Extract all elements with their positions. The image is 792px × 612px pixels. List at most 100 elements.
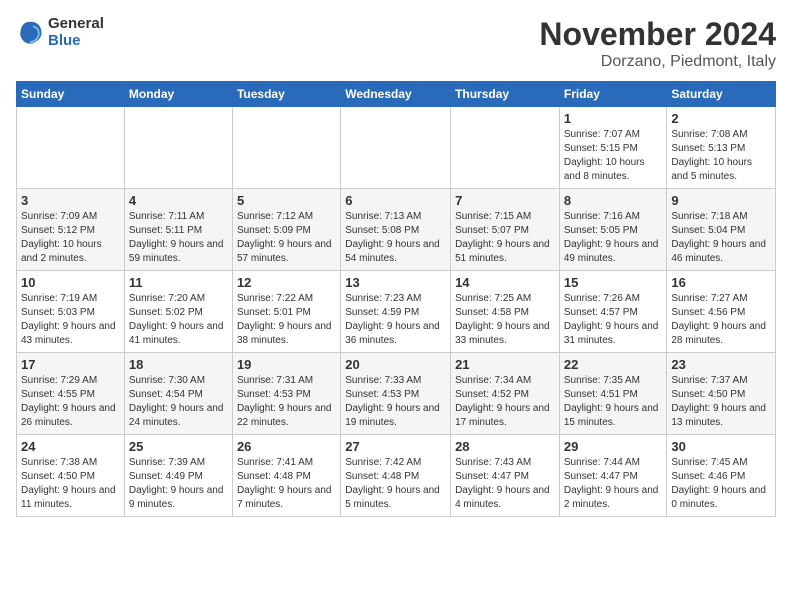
calendar-week-row: 3 Sunrise: 7:09 AM Sunset: 5:12 PM Daylig… xyxy=(17,189,776,271)
day-info: Sunrise: 7:15 AM Sunset: 5:07 PM Dayligh… xyxy=(455,210,555,266)
calendar-day-cell: 23 Sunrise: 7:37 AM Sunset: 4:50 PM Dayli… xyxy=(667,353,776,435)
day-info: Sunrise: 7:39 AM Sunset: 4:49 PM Dayligh… xyxy=(129,456,228,512)
calendar-day-cell: 10 Sunrise: 7:19 AM Sunset: 5:03 PM Dayli… xyxy=(17,271,125,353)
calendar-header: SundayMondayTuesdayWednesdayThursdayFrid… xyxy=(17,82,776,107)
day-number: 26 xyxy=(237,439,336,454)
calendar-day-cell: 11 Sunrise: 7:20 AM Sunset: 5:02 PM Dayli… xyxy=(124,271,232,353)
day-number: 13 xyxy=(345,275,446,290)
day-number: 11 xyxy=(129,275,228,290)
calendar-day-cell: 5Sunrise: 7:12 AM Sunset: 5:09 PM Daylig… xyxy=(232,189,340,271)
weekday-header: Wednesday xyxy=(341,82,451,107)
day-info: Sunrise: 7:22 AM Sunset: 5:01 PM Dayligh… xyxy=(237,292,336,348)
day-info: Sunrise: 7:43 AM Sunset: 4:47 PM Dayligh… xyxy=(455,456,555,512)
day-number: 23 xyxy=(671,357,771,372)
day-info: Sunrise: 7:19 AM Sunset: 5:03 PM Dayligh… xyxy=(21,292,120,348)
day-number: 5 xyxy=(237,193,336,208)
month-title: November 2024 xyxy=(539,16,776,53)
logo-icon xyxy=(16,19,44,47)
calendar-day-cell: 6 Sunrise: 7:13 AM Sunset: 5:08 PM Daylig… xyxy=(341,189,451,271)
day-info: Sunrise: 7:35 AM Sunset: 4:51 PM Dayligh… xyxy=(564,374,663,430)
day-info: Sunrise: 7:27 AM Sunset: 4:56 PM Dayligh… xyxy=(671,292,771,348)
calendar-day-cell: 20Sunrise: 7:33 AM Sunset: 4:53 PM Dayli… xyxy=(341,353,451,435)
calendar-day-cell: 15Sunrise: 7:26 AM Sunset: 4:57 PM Dayli… xyxy=(559,271,667,353)
calendar-table: SundayMondayTuesdayWednesdayThursdayFrid… xyxy=(16,81,776,517)
calendar-day-cell: 12 Sunrise: 7:22 AM Sunset: 5:01 PM Dayli… xyxy=(232,271,340,353)
calendar-day-cell: 24Sunrise: 7:38 AM Sunset: 4:50 PM Dayli… xyxy=(17,435,125,517)
calendar-day-cell: 19 Sunrise: 7:31 AM Sunset: 4:53 PM Dayli… xyxy=(232,353,340,435)
calendar-day-cell xyxy=(17,107,125,189)
day-number: 16 xyxy=(671,275,771,290)
calendar-day-cell: 17Sunrise: 7:29 AM Sunset: 4:55 PM Dayli… xyxy=(17,353,125,435)
day-number: 21 xyxy=(455,357,555,372)
logo: General Blue xyxy=(16,16,104,49)
calendar-day-cell: 21Sunrise: 7:34 AM Sunset: 4:52 PM Dayli… xyxy=(451,353,560,435)
calendar-day-cell: 1Sunrise: 7:07 AM Sunset: 5:15 PM Daylig… xyxy=(559,107,667,189)
day-info: Sunrise: 7:20 AM Sunset: 5:02 PM Dayligh… xyxy=(129,292,228,348)
day-number: 27 xyxy=(345,439,446,454)
day-info: Sunrise: 7:13 AM Sunset: 5:08 PM Dayligh… xyxy=(345,210,446,266)
calendar-day-cell: 16 Sunrise: 7:27 AM Sunset: 4:56 PM Dayli… xyxy=(667,271,776,353)
weekday-row: SundayMondayTuesdayWednesdayThursdayFrid… xyxy=(17,82,776,107)
calendar-day-cell: 14 Sunrise: 7:25 AM Sunset: 4:58 PM Dayli… xyxy=(451,271,560,353)
day-number: 2 xyxy=(671,111,771,126)
weekday-header: Friday xyxy=(559,82,667,107)
day-number: 18 xyxy=(129,357,228,372)
calendar-day-cell: 28 Sunrise: 7:43 AM Sunset: 4:47 PM Dayli… xyxy=(451,435,560,517)
calendar-week-row: 17Sunrise: 7:29 AM Sunset: 4:55 PM Dayli… xyxy=(17,353,776,435)
day-info: Sunrise: 7:25 AM Sunset: 4:58 PM Dayligh… xyxy=(455,292,555,348)
calendar-day-cell: 29 Sunrise: 7:44 AM Sunset: 4:47 PM Dayli… xyxy=(559,435,667,517)
day-info: Sunrise: 7:33 AM Sunset: 4:53 PM Dayligh… xyxy=(345,374,446,430)
logo-general-label: General xyxy=(48,16,104,33)
calendar-day-cell xyxy=(124,107,232,189)
day-info: Sunrise: 7:29 AM Sunset: 4:55 PM Dayligh… xyxy=(21,374,120,430)
calendar-day-cell: 26Sunrise: 7:41 AM Sunset: 4:48 PM Dayli… xyxy=(232,435,340,517)
day-number: 8 xyxy=(564,193,663,208)
calendar-day-cell: 22 Sunrise: 7:35 AM Sunset: 4:51 PM Dayli… xyxy=(559,353,667,435)
day-number: 4 xyxy=(129,193,228,208)
weekday-header: Saturday xyxy=(667,82,776,107)
calendar-week-row: 1Sunrise: 7:07 AM Sunset: 5:15 PM Daylig… xyxy=(17,107,776,189)
day-number: 19 xyxy=(237,357,336,372)
calendar-day-cell: 25 Sunrise: 7:39 AM Sunset: 4:49 PM Dayli… xyxy=(124,435,232,517)
day-info: Sunrise: 7:08 AM Sunset: 5:13 PM Dayligh… xyxy=(671,128,771,184)
logo-blue-label: Blue xyxy=(48,33,104,50)
page-header: General Blue November 2024 Dorzano, Pied… xyxy=(16,16,776,71)
calendar-day-cell: 13 Sunrise: 7:23 AM Sunset: 4:59 PM Dayli… xyxy=(341,271,451,353)
calendar-week-row: 10 Sunrise: 7:19 AM Sunset: 5:03 PM Dayli… xyxy=(17,271,776,353)
day-number: 6 xyxy=(345,193,446,208)
day-info: Sunrise: 7:07 AM Sunset: 5:15 PM Dayligh… xyxy=(564,128,663,184)
day-number: 12 xyxy=(237,275,336,290)
calendar-day-cell: 30 Sunrise: 7:45 AM Sunset: 4:46 PM Dayli… xyxy=(667,435,776,517)
calendar-body: 1Sunrise: 7:07 AM Sunset: 5:15 PM Daylig… xyxy=(17,107,776,517)
day-number: 28 xyxy=(455,439,555,454)
day-number: 3 xyxy=(21,193,120,208)
calendar-day-cell: 3 Sunrise: 7:09 AM Sunset: 5:12 PM Daylig… xyxy=(17,189,125,271)
day-info: Sunrise: 7:37 AM Sunset: 4:50 PM Dayligh… xyxy=(671,374,771,430)
day-info: Sunrise: 7:09 AM Sunset: 5:12 PM Dayligh… xyxy=(21,210,120,266)
calendar-week-row: 24Sunrise: 7:38 AM Sunset: 4:50 PM Dayli… xyxy=(17,435,776,517)
calendar-day-cell: 27Sunrise: 7:42 AM Sunset: 4:48 PM Dayli… xyxy=(341,435,451,517)
day-number: 25 xyxy=(129,439,228,454)
day-info: Sunrise: 7:44 AM Sunset: 4:47 PM Dayligh… xyxy=(564,456,663,512)
calendar-day-cell: 18 Sunrise: 7:30 AM Sunset: 4:54 PM Dayli… xyxy=(124,353,232,435)
day-number: 9 xyxy=(671,193,771,208)
day-number: 10 xyxy=(21,275,120,290)
day-info: Sunrise: 7:45 AM Sunset: 4:46 PM Dayligh… xyxy=(671,456,771,512)
weekday-header: Thursday xyxy=(451,82,560,107)
logo-text: General Blue xyxy=(48,16,104,49)
calendar-day-cell: 7Sunrise: 7:15 AM Sunset: 5:07 PM Daylig… xyxy=(451,189,560,271)
day-number: 14 xyxy=(455,275,555,290)
day-info: Sunrise: 7:31 AM Sunset: 4:53 PM Dayligh… xyxy=(237,374,336,430)
calendar-day-cell xyxy=(451,107,560,189)
day-info: Sunrise: 7:30 AM Sunset: 4:54 PM Dayligh… xyxy=(129,374,228,430)
calendar-day-cell xyxy=(232,107,340,189)
day-info: Sunrise: 7:11 AM Sunset: 5:11 PM Dayligh… xyxy=(129,210,228,266)
day-number: 29 xyxy=(564,439,663,454)
day-number: 30 xyxy=(671,439,771,454)
location-subtitle: Dorzano, Piedmont, Italy xyxy=(539,53,776,71)
day-number: 22 xyxy=(564,357,663,372)
day-info: Sunrise: 7:18 AM Sunset: 5:04 PM Dayligh… xyxy=(671,210,771,266)
calendar-day-cell: 2 Sunrise: 7:08 AM Sunset: 5:13 PM Daylig… xyxy=(667,107,776,189)
day-info: Sunrise: 7:23 AM Sunset: 4:59 PM Dayligh… xyxy=(345,292,446,348)
weekday-header: Sunday xyxy=(17,82,125,107)
